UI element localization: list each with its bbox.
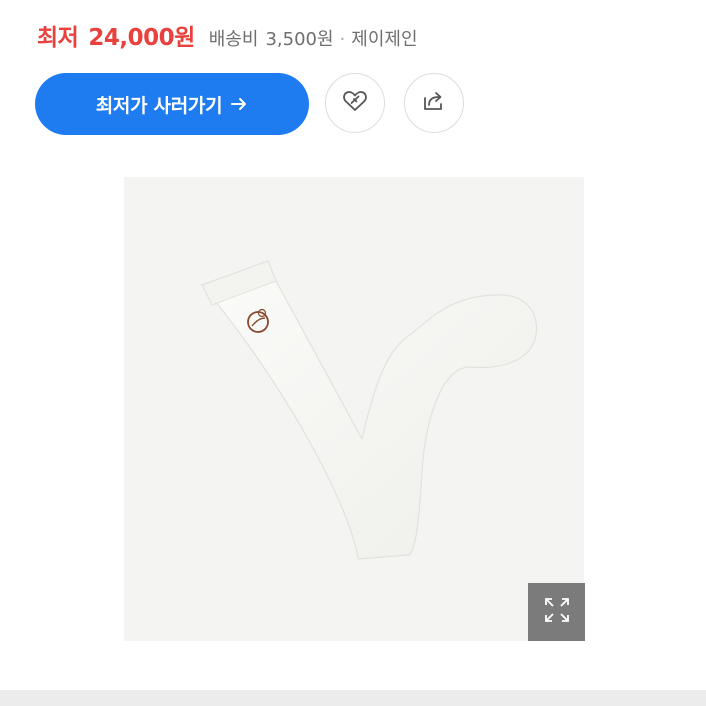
section-divider (0, 690, 706, 706)
lowest-price-label: 최저 (37, 25, 79, 51)
expand-image-button[interactable] (528, 583, 585, 641)
buy-button-label: 최저가 사러가기 (95, 94, 223, 117)
sock-illustration (200, 260, 538, 560)
price-row: 최저 24,000원 배송비 3,500원 · 제이제인 (37, 18, 418, 52)
shipping-value: 3,500원 (265, 29, 334, 50)
lowest-price-value: 24,000원 (88, 25, 195, 51)
shipping-label: 배송비 (208, 29, 259, 50)
buy-lowest-price-button[interactable]: 최저가 사러가기 (35, 73, 309, 135)
seller-name[interactable]: 제이제인 (351, 25, 417, 51)
separator-dot: · (339, 29, 346, 50)
share-button[interactable] (404, 73, 464, 133)
wish-button[interactable] (325, 73, 385, 133)
product-image[interactable] (124, 177, 584, 641)
heart-link-icon (340, 86, 370, 120)
product-page: 최저 24,000원 배송비 3,500원 · 제이제인 최저가 사러가기 (0, 0, 706, 706)
expand-icon (543, 596, 571, 628)
share-icon (419, 86, 449, 120)
arrow-right-icon (230, 95, 248, 113)
